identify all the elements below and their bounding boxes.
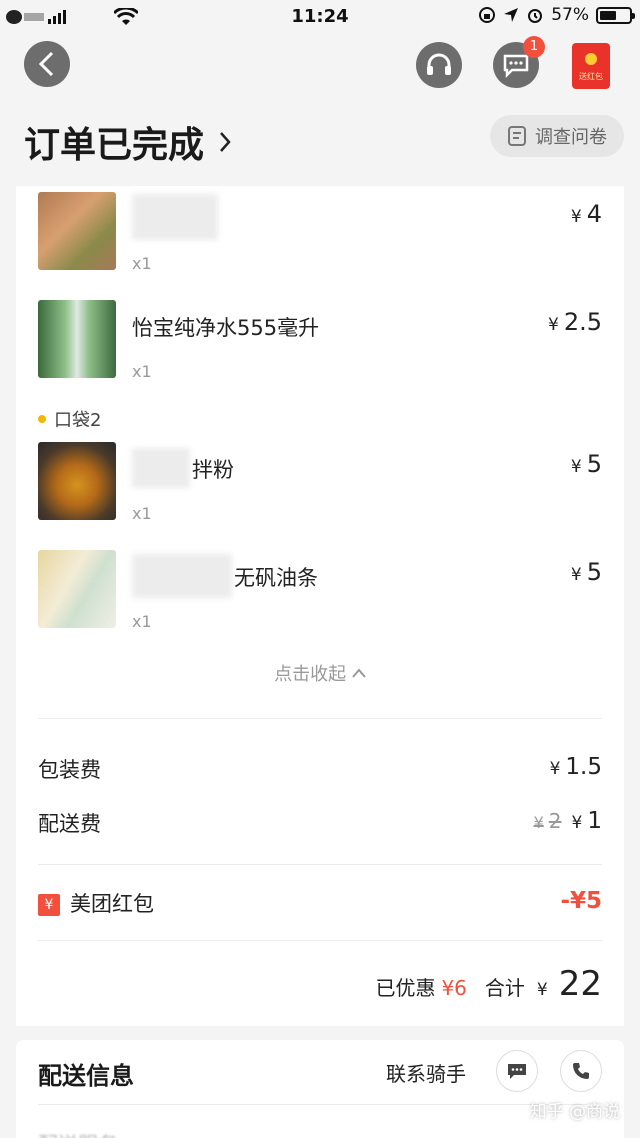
order-detail-card: x1 ¥4 怡宝纯净水555毫升 x1 ¥2.5 口袋2 拌粉 x1 ¥5 无矾… xyxy=(16,186,624,1026)
delivery-info-card: 配送信息 联系骑手 配送服务 xyxy=(16,1040,624,1138)
customer-service-button[interactable] xyxy=(416,42,462,88)
chevron-up-icon xyxy=(352,668,366,678)
packaging-fee-label: 包装费 xyxy=(38,758,101,782)
coin-icon xyxy=(585,53,597,65)
redacted-name xyxy=(132,194,218,240)
order-total: 已优惠 ¥6 合计 ¥ 22 xyxy=(375,964,602,1004)
redacted-name xyxy=(132,448,190,488)
chat-bubble-icon xyxy=(503,54,529,78)
rider-call-button[interactable] xyxy=(560,1050,602,1092)
location-icon xyxy=(504,8,519,22)
item-quantity: x1 xyxy=(132,254,152,273)
chevron-right-icon xyxy=(220,132,231,152)
phone-icon xyxy=(573,1063,589,1079)
item-price: ¥5 xyxy=(570,450,602,478)
back-button[interactable] xyxy=(24,41,70,87)
item-price: ¥4 xyxy=(570,200,602,228)
delivery-fee-label: 配送费 xyxy=(38,812,101,836)
discount-value: -¥5 xyxy=(560,888,602,914)
battery-level-fill xyxy=(600,10,616,20)
collapse-label: 点击收起 xyxy=(274,664,347,685)
product-image xyxy=(38,300,116,378)
divider xyxy=(38,864,602,865)
status-bar: 11:24 57% xyxy=(0,0,640,34)
lock-rotation-icon xyxy=(479,7,496,23)
battery-icon xyxy=(596,6,635,24)
delivery-info-title: 配送信息 xyxy=(38,1062,134,1090)
chat-bubble-icon xyxy=(508,1064,526,1079)
divider xyxy=(38,1104,602,1105)
chevron-left-icon xyxy=(38,51,54,77)
packaging-fee-value: ¥1.5 xyxy=(549,754,602,780)
watermark: 知乎 @商说 xyxy=(529,1102,620,1122)
redacted-name xyxy=(132,554,232,598)
order-status-link[interactable]: 订单已完成 xyxy=(24,116,232,168)
divider xyxy=(38,940,602,941)
item-name: 怡宝纯净水555毫升 xyxy=(132,316,320,340)
product-image xyxy=(38,192,116,270)
headset-icon xyxy=(427,53,451,75)
item-quantity: x1 xyxy=(132,612,152,631)
survey-button[interactable]: 调查问卷 xyxy=(490,115,624,157)
delivery-fee-original: ¥2 xyxy=(533,809,562,833)
total-value: 22 xyxy=(558,964,602,1004)
total-label: 合计 xyxy=(484,976,525,1000)
product-image xyxy=(38,442,116,520)
saved-label: 已优惠 xyxy=(375,976,436,1000)
rider-chat-button[interactable] xyxy=(496,1050,538,1092)
product-image xyxy=(38,550,116,628)
collapse-button[interactable]: 点击收起 xyxy=(16,660,624,686)
bag-dot-icon xyxy=(38,415,46,423)
discount-label: 美团红包 xyxy=(70,892,154,916)
contact-rider-label: 联系骑手 xyxy=(386,1062,466,1086)
delivery-fee-value: ¥2 ¥1 xyxy=(533,808,602,834)
message-count-badge: 1 xyxy=(523,36,545,58)
order-item[interactable]: 拌粉 x1 ¥5 xyxy=(16,442,624,532)
order-item[interactable]: 无矾油条 x1 ¥5 xyxy=(16,550,624,640)
item-name: 无矾油条 xyxy=(234,566,318,590)
divider xyxy=(38,718,602,719)
item-name: 拌粉 xyxy=(192,458,234,482)
item-quantity: x1 xyxy=(132,504,152,523)
item-price: ¥2.5 xyxy=(548,308,602,336)
item-price: ¥5 xyxy=(570,558,602,586)
bag-label: 口袋2 xyxy=(38,406,101,432)
alarm-icon xyxy=(528,9,543,23)
order-item[interactable]: x1 ¥4 xyxy=(16,192,624,282)
saved-value: ¥6 xyxy=(441,976,467,1000)
delivery-service-label: 配送服务 xyxy=(38,1128,118,1138)
order-item[interactable]: 怡宝纯净水555毫升 x1 ¥2.5 xyxy=(16,300,624,390)
document-icon xyxy=(508,126,526,146)
total-currency: ¥ xyxy=(536,980,548,1000)
red-packet-button[interactable]: 送红包 xyxy=(572,43,610,89)
survey-label: 调查问卷 xyxy=(535,127,607,148)
bag-label-text: 口袋2 xyxy=(54,410,102,431)
yuan-icon: ¥ xyxy=(38,894,60,916)
battery-percent: 57% xyxy=(551,5,589,25)
order-status-text: 订单已完成 xyxy=(24,125,205,166)
red-packet-label: 送红包 xyxy=(579,72,603,81)
messages-button[interactable]: 1 xyxy=(493,36,545,88)
item-quantity: x1 xyxy=(132,362,152,381)
